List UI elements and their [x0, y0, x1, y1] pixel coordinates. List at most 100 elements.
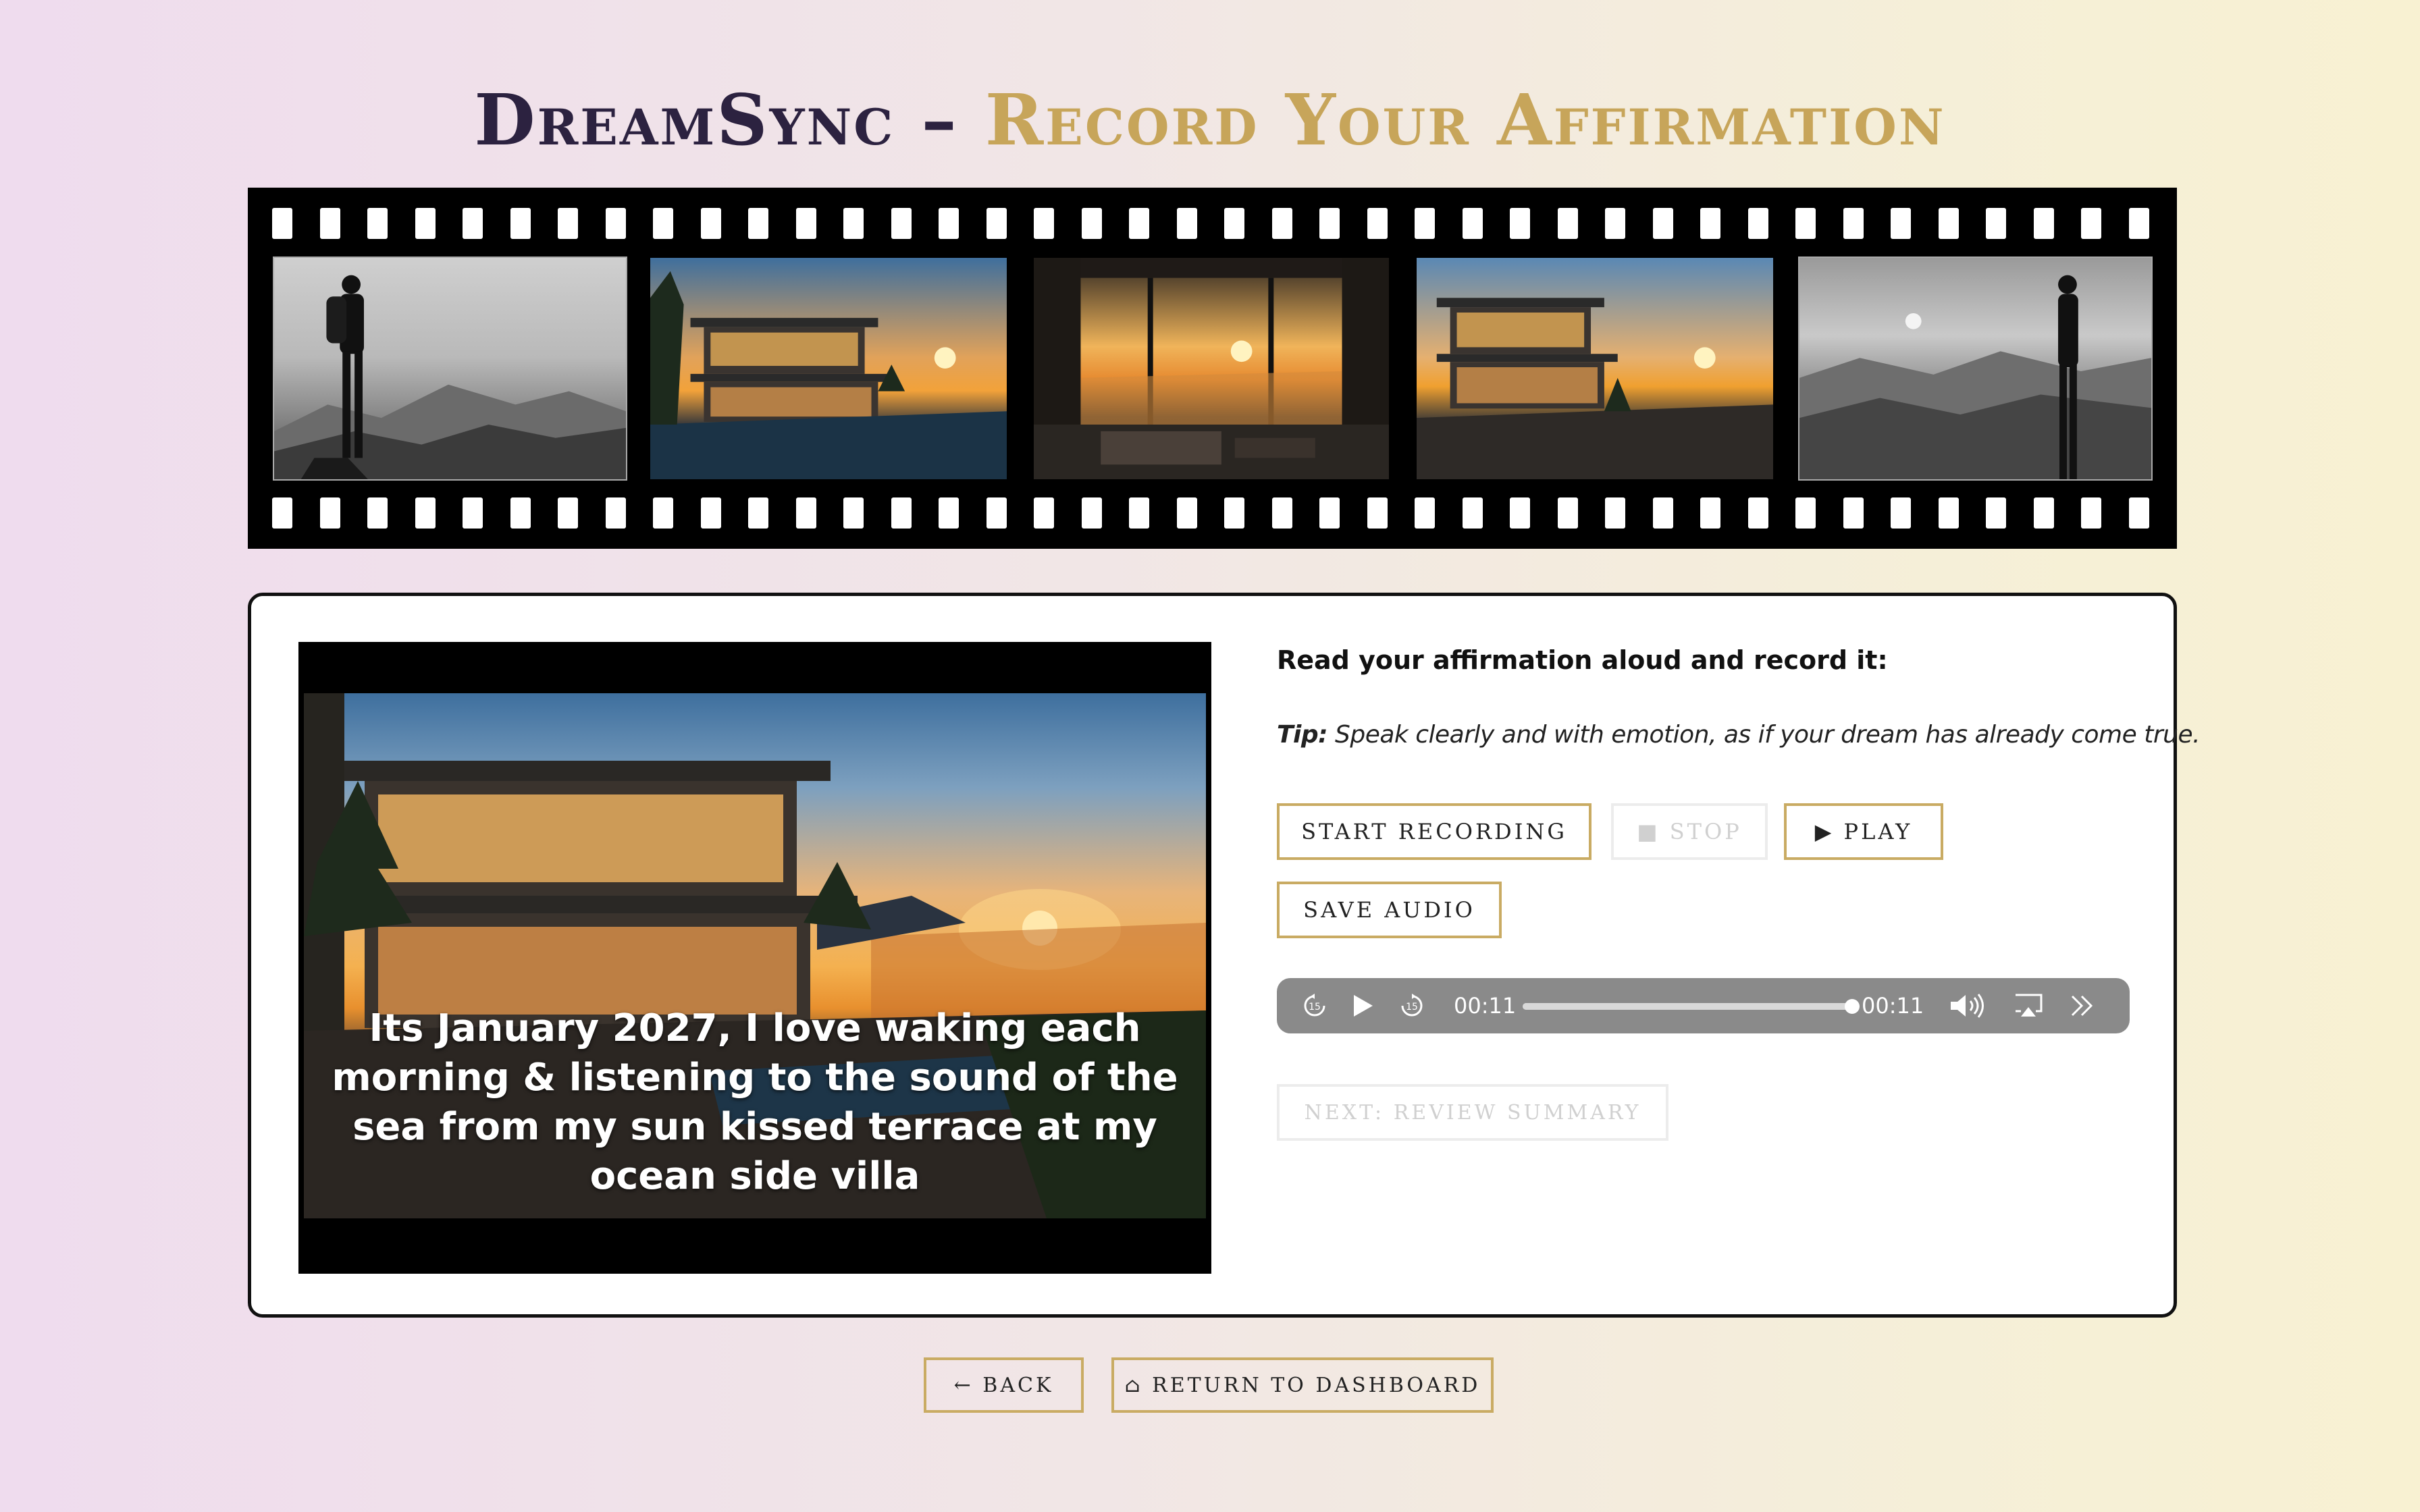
film-perforation [510, 497, 531, 529]
film-perforation [1271, 497, 1292, 529]
film-perforation [463, 497, 483, 529]
film-perforation [748, 208, 768, 239]
film-perforation [2081, 497, 2101, 529]
page-subtitle: Record Your Affirmation [984, 78, 1946, 161]
film-perforation [748, 497, 768, 529]
film-perforation [319, 208, 340, 239]
play-button[interactable]: ▶ Play [1784, 803, 1943, 860]
filmstrip [248, 188, 2177, 549]
film-perforation [1176, 497, 1197, 529]
film-perforation [1557, 497, 1578, 529]
film-perforation [700, 208, 721, 239]
film-perforation [558, 497, 578, 529]
record-tip: Tip: Speak clearly and with emotion, as … [1277, 721, 2201, 749]
film-perforation [1652, 208, 1673, 239]
start-recording-button[interactable]: Start Recording [1277, 803, 1592, 860]
film-perforation [463, 208, 483, 239]
filmstrip-frame-villa-interior [1032, 256, 1390, 481]
film-perforation [1510, 497, 1530, 529]
film-perforation [415, 497, 436, 529]
film-perforation [2033, 497, 2054, 529]
film-perforation [1367, 208, 1388, 239]
film-perforation [891, 497, 912, 529]
film-perforation [1747, 497, 1768, 529]
skip-back-icon[interactable]: 15 [1301, 978, 1328, 1033]
filmstrip-perforations-bottom [248, 497, 2177, 529]
airplay-icon[interactable] [2013, 978, 2044, 1033]
affirmation-video[interactable]: Its January 2027, I love waking each mor… [298, 642, 1211, 1274]
film-perforation [605, 497, 626, 529]
tip-text: Speak clearly and with emotion, as if yo… [1327, 721, 2201, 749]
film-perforation [415, 208, 436, 239]
film-perforation [939, 497, 959, 529]
tip-label: Tip: [1277, 721, 1328, 749]
skip-forward-icon[interactable]: 15 [1398, 978, 1425, 1033]
record-card: Its January 2027, I love waking each mor… [248, 593, 2201, 1318]
filmstrip-frame-villa-terrace [1415, 256, 1774, 481]
film-perforation [1319, 208, 1340, 239]
return-to-dashboard-button[interactable]: ⌂ Return to Dashboard [1111, 1357, 1494, 1413]
filmstrip-frame-hiker [273, 256, 627, 481]
video-caption: Its January 2027, I love waking each mor… [332, 1006, 1178, 1198]
film-perforation [367, 208, 388, 239]
audio-duration: 00:11 [1862, 993, 1924, 1019]
film-perforation [986, 497, 1007, 529]
record-panel: Read your affirmation aloud and record i… [1277, 596, 2201, 1314]
save-audio-button[interactable]: Save Audio [1277, 882, 1502, 938]
film-perforation [272, 208, 292, 239]
film-perforation [1415, 497, 1435, 529]
film-perforation [653, 497, 673, 529]
film-perforation [795, 497, 816, 529]
filmstrip-perforations-top [248, 208, 2177, 239]
film-perforation [700, 497, 721, 529]
film-perforation [1843, 208, 1864, 239]
film-perforation [2033, 208, 2054, 239]
film-perforation [1319, 497, 1340, 529]
audio-play-icon[interactable] [1351, 978, 1374, 1033]
film-perforation [1938, 208, 1959, 239]
film-perforation [1557, 208, 1578, 239]
film-perforation [558, 208, 578, 239]
film-perforation [891, 208, 912, 239]
audio-current-time: 00:11 [1454, 993, 1517, 1019]
svg-text:15: 15 [1309, 1002, 1321, 1013]
audio-player: 15 15 00:11 00:11 [1277, 978, 2130, 1033]
svg-text:15: 15 [1406, 1002, 1418, 1013]
film-perforation [367, 497, 388, 529]
film-perforation [653, 208, 673, 239]
more-options-icon[interactable] [2068, 978, 2098, 1033]
film-perforation [1367, 497, 1388, 529]
film-perforation [1605, 208, 1625, 239]
film-perforation [1510, 208, 1530, 239]
film-perforation [2128, 497, 2149, 529]
film-perforation [2081, 208, 2101, 239]
filmstrip-frame-woman [1798, 256, 2153, 481]
film-perforation [1747, 208, 1768, 239]
film-perforation [2128, 208, 2149, 239]
audio-progress-track[interactable] [1523, 1003, 1852, 1010]
film-perforation [1129, 208, 1149, 239]
volume-icon[interactable] [1948, 978, 1989, 1033]
next-review-summary-button[interactable]: Next: Review Summary [1277, 1084, 1668, 1141]
film-perforation [795, 208, 816, 239]
film-perforation [1795, 208, 1816, 239]
film-perforation [272, 497, 292, 529]
audio-progress-knob[interactable] [1845, 999, 1860, 1014]
film-perforation [843, 208, 864, 239]
stop-button[interactable]: ■ Stop [1611, 803, 1768, 860]
film-perforation [1224, 208, 1244, 239]
film-perforation [1034, 208, 1054, 239]
film-perforation [1462, 497, 1483, 529]
film-perforation [1986, 497, 2006, 529]
title-separator: – [921, 78, 959, 161]
film-perforation [1605, 497, 1625, 529]
film-perforation [1034, 497, 1054, 529]
record-instruction: Read your affirmation aloud and record i… [1277, 645, 1888, 675]
film-perforation [1700, 497, 1720, 529]
film-perforation [843, 497, 864, 529]
film-perforation [1652, 497, 1673, 529]
film-perforation [319, 497, 340, 529]
film-perforation [510, 208, 531, 239]
brand-name: DreamSync [474, 78, 895, 161]
back-button[interactable]: ← Back [924, 1357, 1084, 1413]
